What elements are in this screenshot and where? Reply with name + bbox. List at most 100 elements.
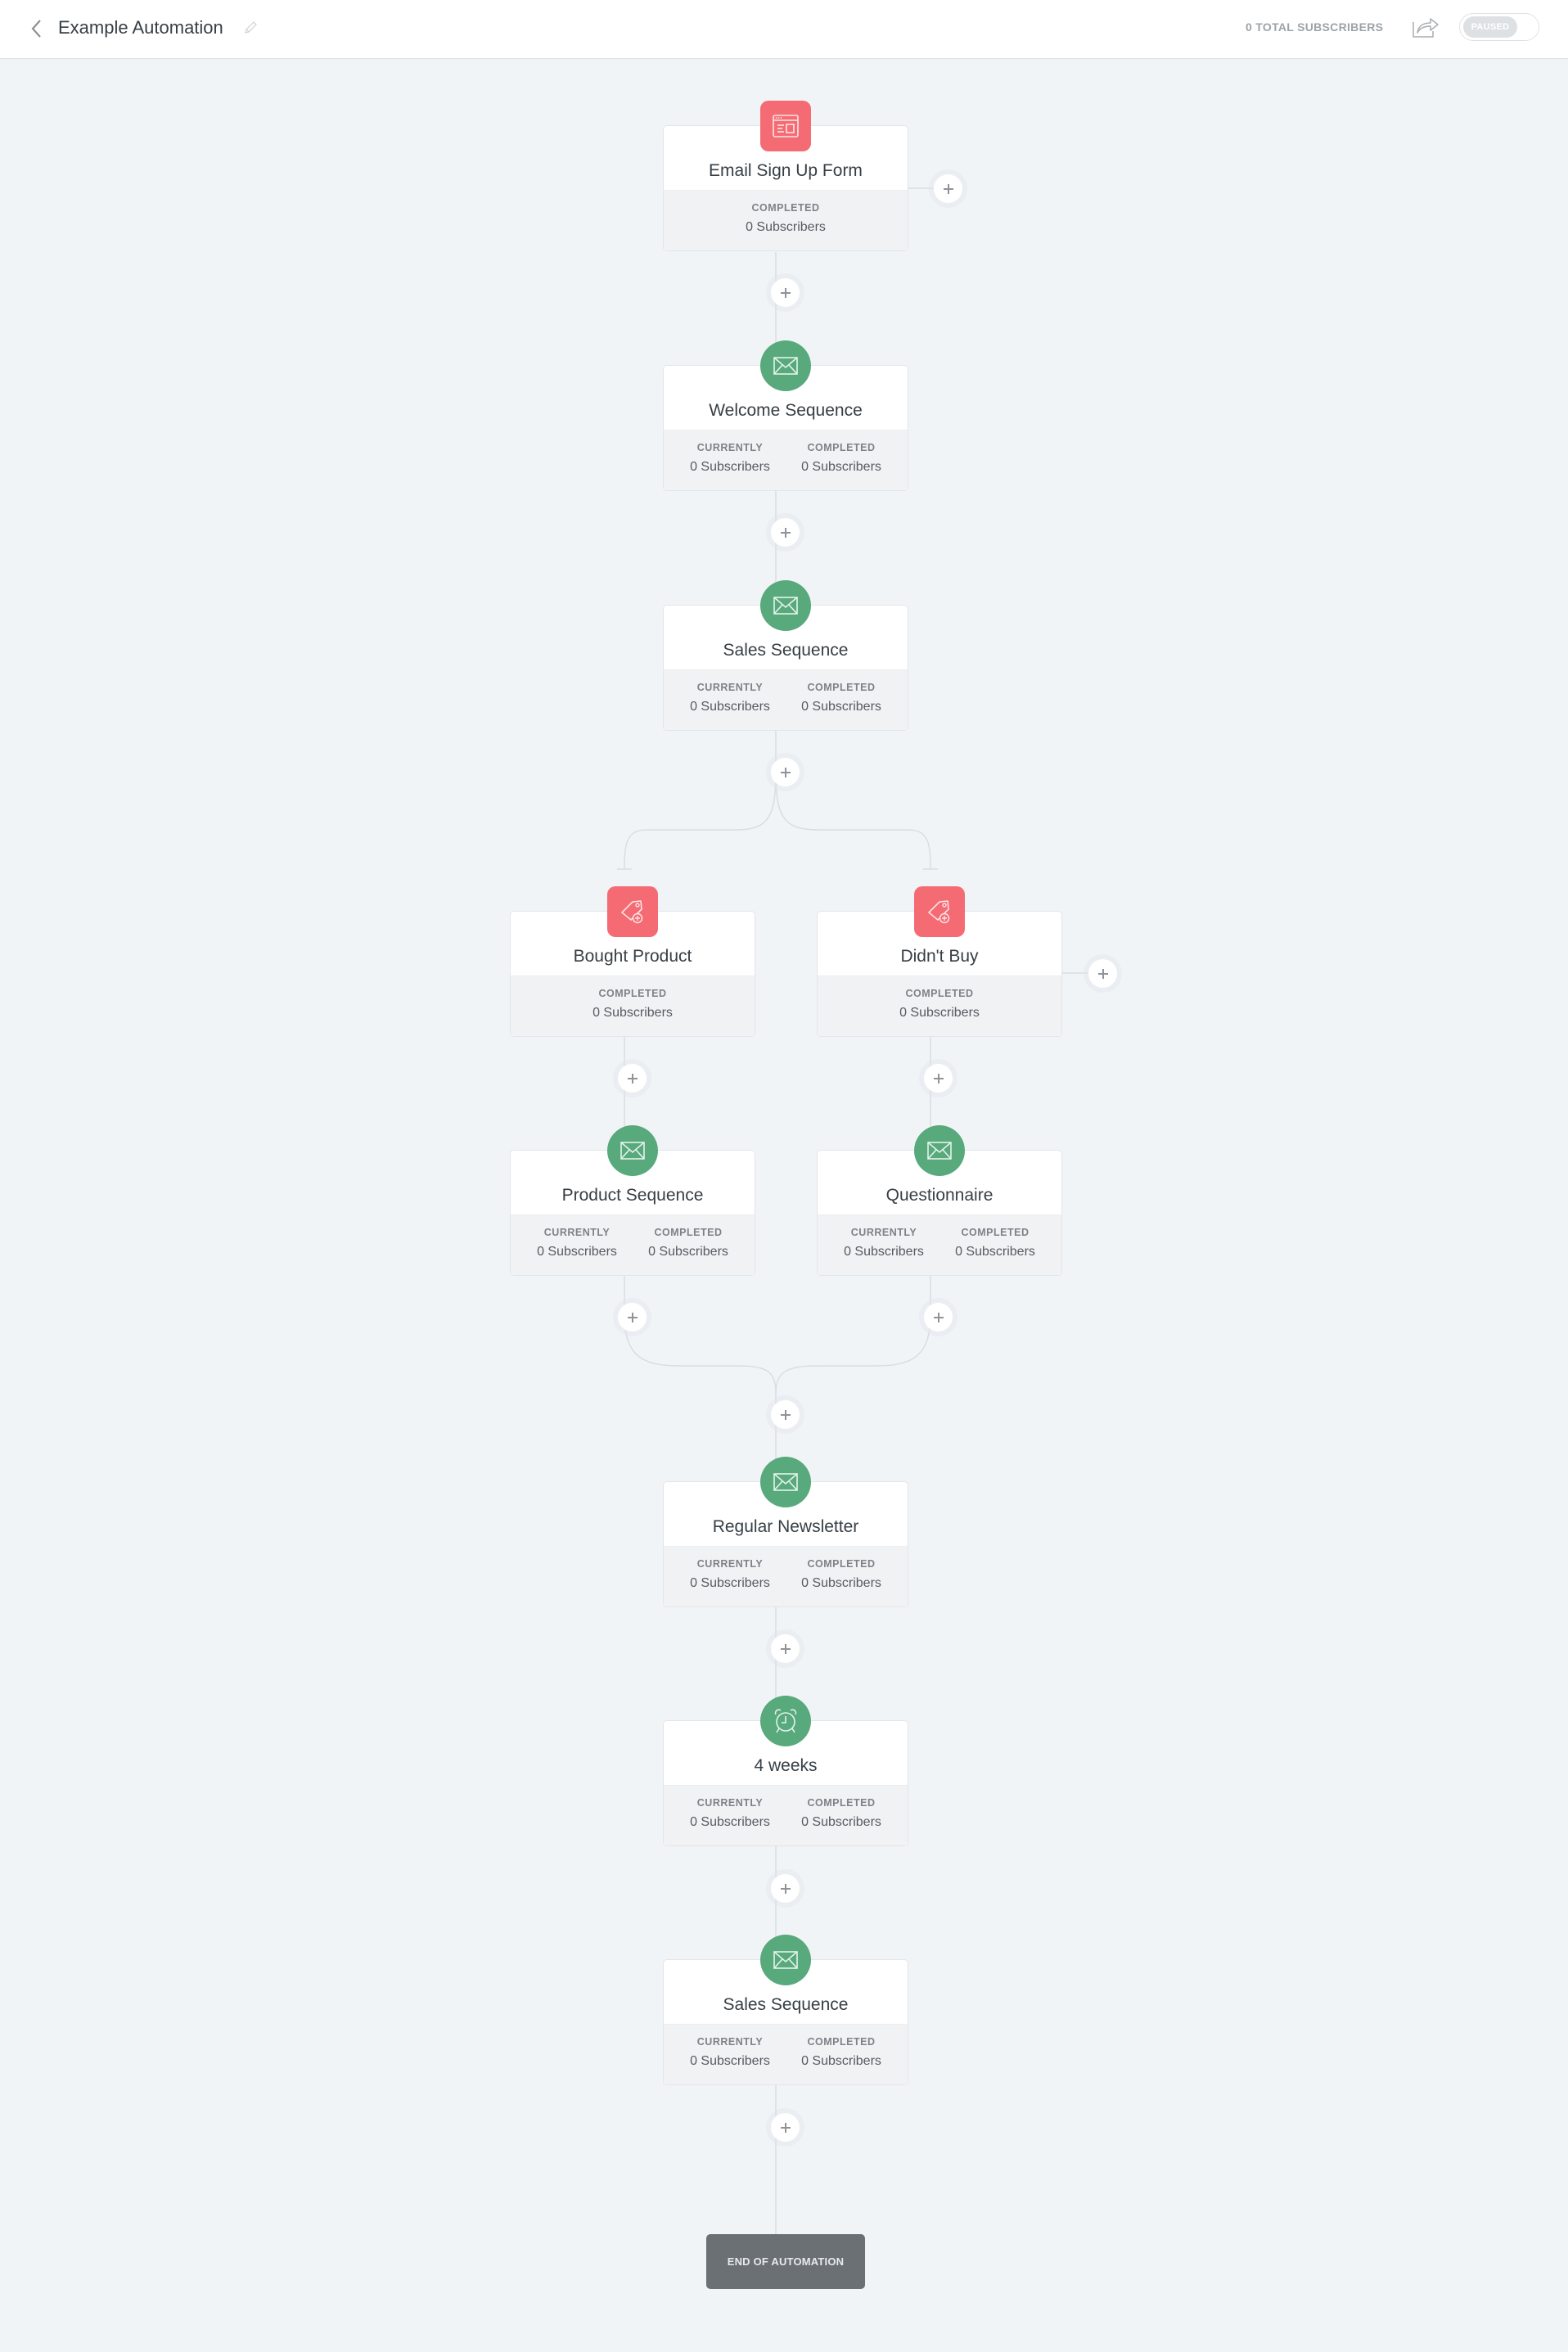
sequence-icon-badge (760, 1457, 811, 1507)
add-step-button[interactable] (924, 1303, 953, 1331)
node-title: Didn't Buy (900, 947, 979, 966)
automation-canvas: Email Sign Up Form COMPLETED 0 Subscribe… (0, 59, 1568, 2352)
stat-completed: COMPLETED 0 Subscribers (786, 1786, 897, 1845)
add-branch-button[interactable] (1088, 959, 1117, 988)
plus-icon (933, 1312, 944, 1322)
node-bought-product[interactable]: Bought Product COMPLETED 0 Subscribers (510, 886, 755, 1037)
stat-label: COMPLETED (905, 988, 974, 999)
automation-title: Example Automation (58, 17, 223, 38)
plus-icon (780, 767, 791, 777)
plus-icon (627, 1312, 638, 1322)
sequence-icon-badge (760, 580, 811, 631)
event-icon-badge (914, 886, 965, 937)
envelope-icon (773, 1473, 798, 1491)
add-step-button[interactable] (771, 2113, 800, 2142)
stat-value: 0 Subscribers (844, 1245, 924, 1259)
stat-value: 0 Subscribers (899, 1006, 980, 1020)
add-step-button[interactable] (771, 1874, 800, 1903)
share-icon (1413, 18, 1439, 38)
node-product-sequence[interactable]: Product Sequence CURRENTLY 0 Subscribers… (510, 1125, 755, 1276)
node-title: Regular Newsletter (712, 1517, 859, 1536)
stat-completed: COMPLETED 0 Subscribers (786, 670, 897, 730)
plus-icon (780, 1883, 791, 1894)
form-icon (773, 115, 799, 137)
connector-line (624, 1318, 777, 1394)
stat-label: CURRENTLY (696, 2036, 764, 2048)
stat-completed: COMPLETED 0 Subscribers (786, 2025, 897, 2084)
node-questionnaire[interactable]: Questionnaire CURRENTLY 0 Subscribers CO… (817, 1125, 1062, 1276)
plus-icon (627, 1073, 638, 1084)
envelope-icon (620, 1142, 645, 1160)
envelope-icon (773, 357, 798, 375)
stat-label: CURRENTLY (696, 682, 764, 693)
stat-label: COMPLETED (598, 988, 667, 999)
stat-label: CURRENTLY (696, 1797, 764, 1809)
stat-value: 0 Subscribers (537, 1245, 617, 1259)
connector-line (775, 770, 931, 870)
stat-value: 0 Subscribers (801, 460, 881, 474)
back-button[interactable] (28, 16, 46, 41)
add-step-button[interactable] (771, 278, 800, 307)
stat-label: COMPLETED (807, 2036, 876, 2048)
stat-value: 0 Subscribers (690, 700, 770, 714)
delay-icon-badge (760, 1696, 811, 1746)
stat-label: COMPLETED (807, 1558, 876, 1570)
stat-label: CURRENTLY (696, 1558, 764, 1570)
status-toggle[interactable]: PAUSED (1459, 13, 1539, 41)
node-stats: CURRENTLY 0 Subscribers COMPLETED 0 Subs… (664, 1785, 908, 1845)
sequence-icon-badge (760, 340, 811, 391)
stat-completed: COMPLETED 0 Subscribers (786, 1547, 897, 1606)
node-stats: CURRENTLY 0 Subscribers COMPLETED 0 Subs… (664, 1546, 908, 1606)
node-sales-sequence-2[interactable]: Sales Sequence CURRENTLY 0 Subscribers C… (663, 1935, 908, 2085)
add-step-button[interactable] (771, 1634, 800, 1663)
node-delay-4-weeks[interactable]: 4 weeks CURRENTLY 0 Subscribers COMPLETE… (663, 1696, 908, 1846)
add-trigger-button[interactable] (934, 174, 962, 203)
tag-icon (621, 900, 643, 924)
stat-value: 0 Subscribers (690, 460, 770, 474)
sequence-icon-badge (607, 1125, 658, 1176)
node-title: Questionnaire (885, 1186, 994, 1205)
stat-label: CURRENTLY (696, 442, 764, 453)
node-title: Welcome Sequence (709, 401, 863, 420)
add-step-button[interactable] (771, 518, 800, 547)
sequence-icon-badge (760, 1935, 811, 1985)
node-email-sign-up-form[interactable]: Email Sign Up Form COMPLETED 0 Subscribe… (663, 101, 908, 251)
add-step-button[interactable] (618, 1303, 647, 1331)
node-stats: COMPLETED 0 Subscribers (818, 975, 1061, 1036)
node-stats: COMPLETED 0 Subscribers (664, 190, 908, 250)
add-step-button[interactable] (771, 1400, 800, 1429)
stat-label: CURRENTLY (543, 1227, 611, 1238)
node-regular-newsletter[interactable]: Regular Newsletter CURRENTLY 0 Subscribe… (663, 1457, 908, 1607)
stat-currently: CURRENTLY 0 Subscribers (828, 1215, 939, 1275)
node-stats: CURRENTLY 0 Subscribers COMPLETED 0 Subs… (664, 430, 908, 490)
plus-icon (780, 2122, 791, 2133)
end-of-automation: END OF AUTOMATION (706, 2234, 865, 2289)
stat-value: 0 Subscribers (593, 1006, 673, 1020)
add-step-button[interactable] (924, 1064, 953, 1093)
stat-value: 0 Subscribers (801, 2054, 881, 2068)
edit-title-button[interactable] (242, 20, 259, 36)
connector-line (775, 1318, 931, 1394)
add-step-button[interactable] (771, 758, 800, 786)
plus-icon (1097, 968, 1108, 979)
node-welcome-sequence[interactable]: Welcome Sequence CURRENTLY 0 Subscribers… (663, 340, 908, 491)
node-stats: CURRENTLY 0 Subscribers COMPLETED 0 Subs… (818, 1214, 1061, 1275)
share-button[interactable] (1411, 15, 1440, 39)
node-sales-sequence[interactable]: Sales Sequence CURRENTLY 0 Subscribers C… (663, 580, 908, 731)
stat-completed: COMPLETED 0 Subscribers (730, 191, 841, 250)
stat-value: 0 Subscribers (801, 700, 881, 714)
alarm-clock-icon (774, 1709, 797, 1733)
plus-icon (780, 287, 791, 298)
trigger-icon-badge (760, 101, 811, 151)
chevron-left-icon (31, 20, 41, 38)
stat-label: COMPLETED (654, 1227, 723, 1238)
status-toggle-label: PAUSED (1463, 16, 1517, 38)
stat-value: 0 Subscribers (955, 1245, 1035, 1259)
top-bar: Example Automation 0 TOTAL SUBSCRIBERS P… (0, 0, 1568, 59)
stat-currently: CURRENTLY 0 Subscribers (521, 1215, 633, 1275)
stat-value: 0 Subscribers (648, 1245, 728, 1259)
stat-label: COMPLETED (807, 682, 876, 693)
add-step-button[interactable] (618, 1064, 647, 1093)
node-didnt-buy[interactable]: Didn't Buy COMPLETED 0 Subscribers (817, 886, 1062, 1037)
stat-value: 0 Subscribers (801, 1815, 881, 1829)
